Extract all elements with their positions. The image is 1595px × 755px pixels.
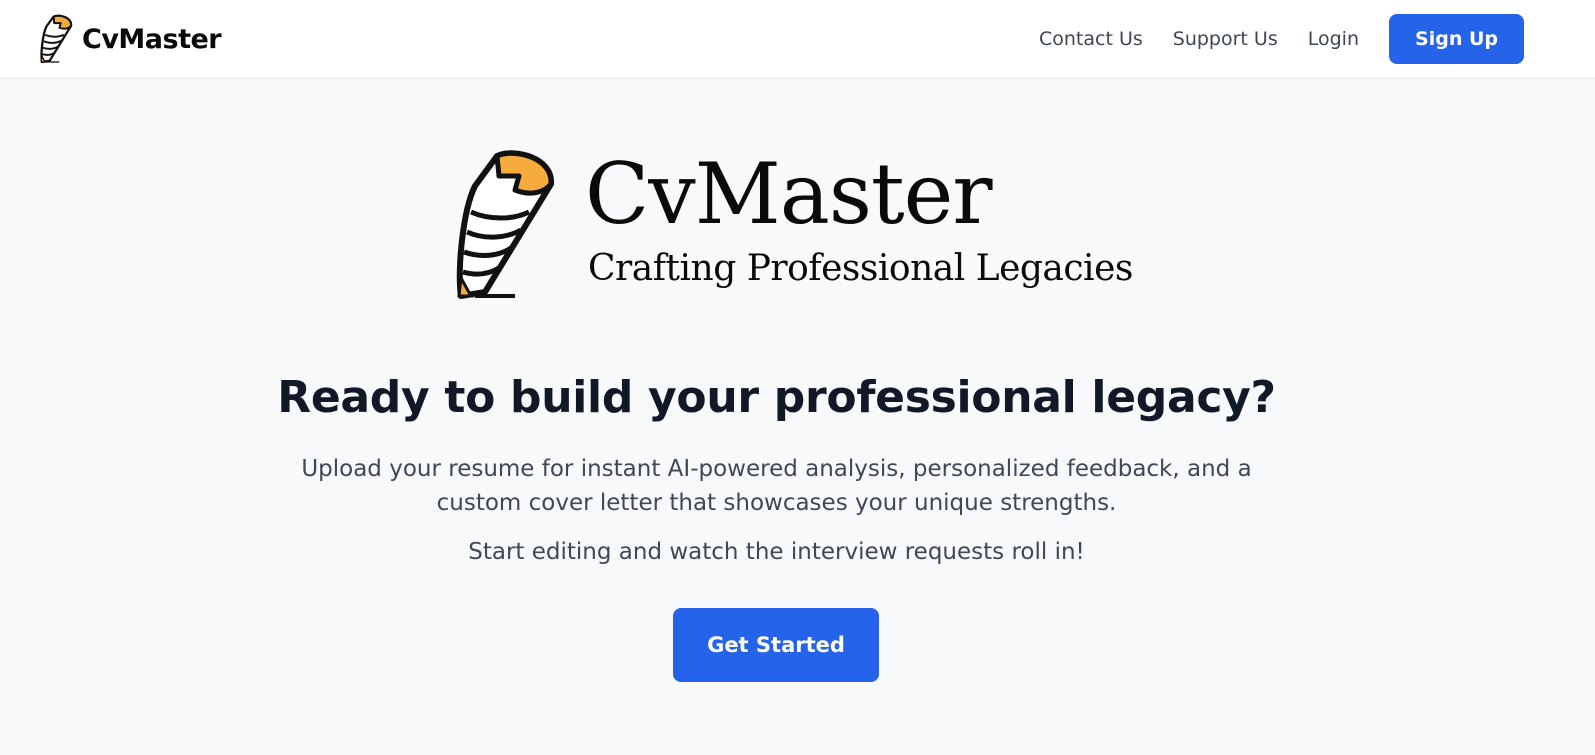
brand-home-link[interactable]: CvMaster [40,14,222,64]
nav-login-link[interactable]: Login [1308,28,1359,50]
nav-links: Contact Us Support Us Login Sign Up [1039,14,1524,64]
sign-up-button[interactable]: Sign Up [1389,14,1524,64]
hero-logo: CvMaster Crafting Professional Legacies [455,140,1135,305]
nav-contact-us-link[interactable]: Contact Us [1039,28,1143,50]
hero-logo-tagline: Crafting Professional Legacies [588,248,1133,289]
hero-logo-name: CvMaster [585,145,993,243]
get-started-button[interactable]: Get Started [673,608,879,682]
pencil-logo-icon [40,14,73,64]
top-navbar: CvMaster Contact Us Support Us Login Sig… [0,0,1595,79]
hero-subtext: Start editing and watch the interview re… [468,539,1085,565]
hero-description: Upload your resume for instant AI-powere… [301,456,1252,516]
pencil-logo-icon [456,150,554,299]
brand-name: CvMaster [82,23,222,55]
nav-support-us-link[interactable]: Support Us [1173,28,1278,50]
hero-headline: Ready to build your professional legacy? [277,372,1276,423]
